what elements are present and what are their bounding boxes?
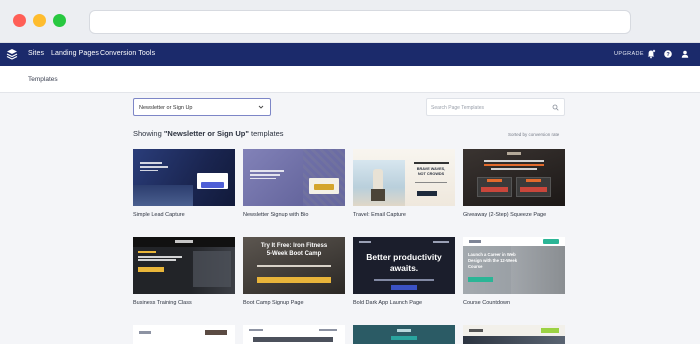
productivity-headline-1: Better productivity bbox=[366, 252, 442, 262]
template-thumbnail-giveaway-squeeze[interactable] bbox=[463, 149, 565, 206]
chevron-down-icon bbox=[258, 105, 264, 109]
minimize-window-button[interactable] bbox=[33, 14, 46, 27]
template-thumbnail-business-training[interactable] bbox=[133, 237, 235, 294]
template-thumbnail-simple-lead-capture[interactable] bbox=[133, 149, 235, 206]
category-select-value: Newsletter or Sign Up bbox=[139, 105, 193, 111]
search-icon bbox=[552, 104, 559, 111]
template-name[interactable]: Boot Camp Signup Page bbox=[243, 300, 304, 306]
template-thumbnail-row3-3[interactable] bbox=[353, 325, 455, 344]
template-thumbnail-bold-dark-app[interactable]: Better productivity awaits. bbox=[353, 237, 455, 294]
bootcamp-headline-1: Try It Free: Iron Fitness bbox=[260, 243, 328, 249]
results-suffix: templates bbox=[248, 129, 284, 138]
browser-chrome bbox=[0, 0, 700, 43]
sort-label[interactable]: Sorted by conversion rate bbox=[508, 132, 559, 137]
template-name[interactable]: Travel: Email Capture bbox=[353, 212, 406, 218]
help-icon[interactable]: ? bbox=[663, 49, 673, 59]
upgrade-link[interactable]: UPGRADE bbox=[614, 51, 644, 57]
search-placeholder: Search Page Templates bbox=[431, 105, 484, 111]
template-thumbnail-row3-4[interactable] bbox=[463, 325, 565, 344]
nav-conversion-tools[interactable]: Conversion Tools bbox=[100, 50, 155, 57]
page-title: Templates bbox=[28, 76, 58, 83]
template-thumbnail-row3-1[interactable] bbox=[133, 325, 235, 344]
course-headline-2: Design with the 12-Week bbox=[468, 258, 518, 263]
course-headline-1: Launch a Career in Web bbox=[468, 252, 516, 257]
template-thumbnail-boot-camp[interactable]: Try It Free: Iron Fitness 5-Week Boot Ca… bbox=[243, 237, 345, 294]
bell-icon[interactable] bbox=[646, 49, 656, 59]
template-name[interactable]: Giveaway (2-Step) Squeeze Page bbox=[463, 212, 546, 218]
results-query: "Newsletter or Sign Up" bbox=[163, 129, 249, 138]
template-thumbnail-travel-email-capture[interactable]: BRAVE WAVES, NOT CROWDS bbox=[353, 149, 455, 206]
template-name[interactable]: Simple Lead Capture bbox=[133, 212, 185, 218]
bootcamp-headline-2: 5-Week Boot Camp bbox=[266, 251, 322, 257]
address-bar[interactable] bbox=[89, 10, 631, 34]
results-heading: Showing "Newsletter or Sign Up" template… bbox=[133, 129, 284, 138]
nav-sites[interactable]: Sites bbox=[28, 50, 44, 57]
top-navigation: Sites Landing Pages Conversion Tools UPG… bbox=[0, 43, 700, 66]
results-prefix: Showing bbox=[133, 129, 164, 138]
page-subheader: Templates bbox=[0, 66, 700, 93]
travel-headline-2: NOT CROWDS bbox=[417, 172, 445, 176]
app-window: Sites Landing Pages Conversion Tools UPG… bbox=[0, 0, 700, 344]
category-select[interactable]: Newsletter or Sign Up bbox=[133, 98, 271, 116]
travel-headline-1: BRAVE WAVES, bbox=[416, 167, 446, 171]
template-name[interactable]: Bold Dark App Launch Page bbox=[353, 300, 422, 306]
close-window-button[interactable] bbox=[13, 14, 26, 27]
productivity-headline-2: awaits. bbox=[389, 263, 419, 273]
template-search-input[interactable]: Search Page Templates bbox=[426, 98, 565, 116]
template-name[interactable]: Newsletter Signup with Bio bbox=[243, 212, 308, 218]
template-name[interactable]: Course Countdown bbox=[463, 300, 510, 306]
template-thumbnail-row3-2[interactable] bbox=[243, 325, 345, 344]
nav-landing-pages[interactable]: Landing Pages bbox=[51, 50, 99, 57]
template-thumbnail-course-countdown[interactable]: Launch a Career in Web Design with the 1… bbox=[463, 237, 565, 294]
template-thumbnail-newsletter-signup-bio[interactable] bbox=[243, 149, 345, 206]
logo-icon[interactable] bbox=[6, 48, 18, 60]
maximize-window-button[interactable] bbox=[53, 14, 66, 27]
user-icon[interactable] bbox=[680, 49, 690, 59]
course-headline-3: Course bbox=[468, 264, 483, 269]
template-name[interactable]: Business Training Class bbox=[133, 300, 192, 306]
